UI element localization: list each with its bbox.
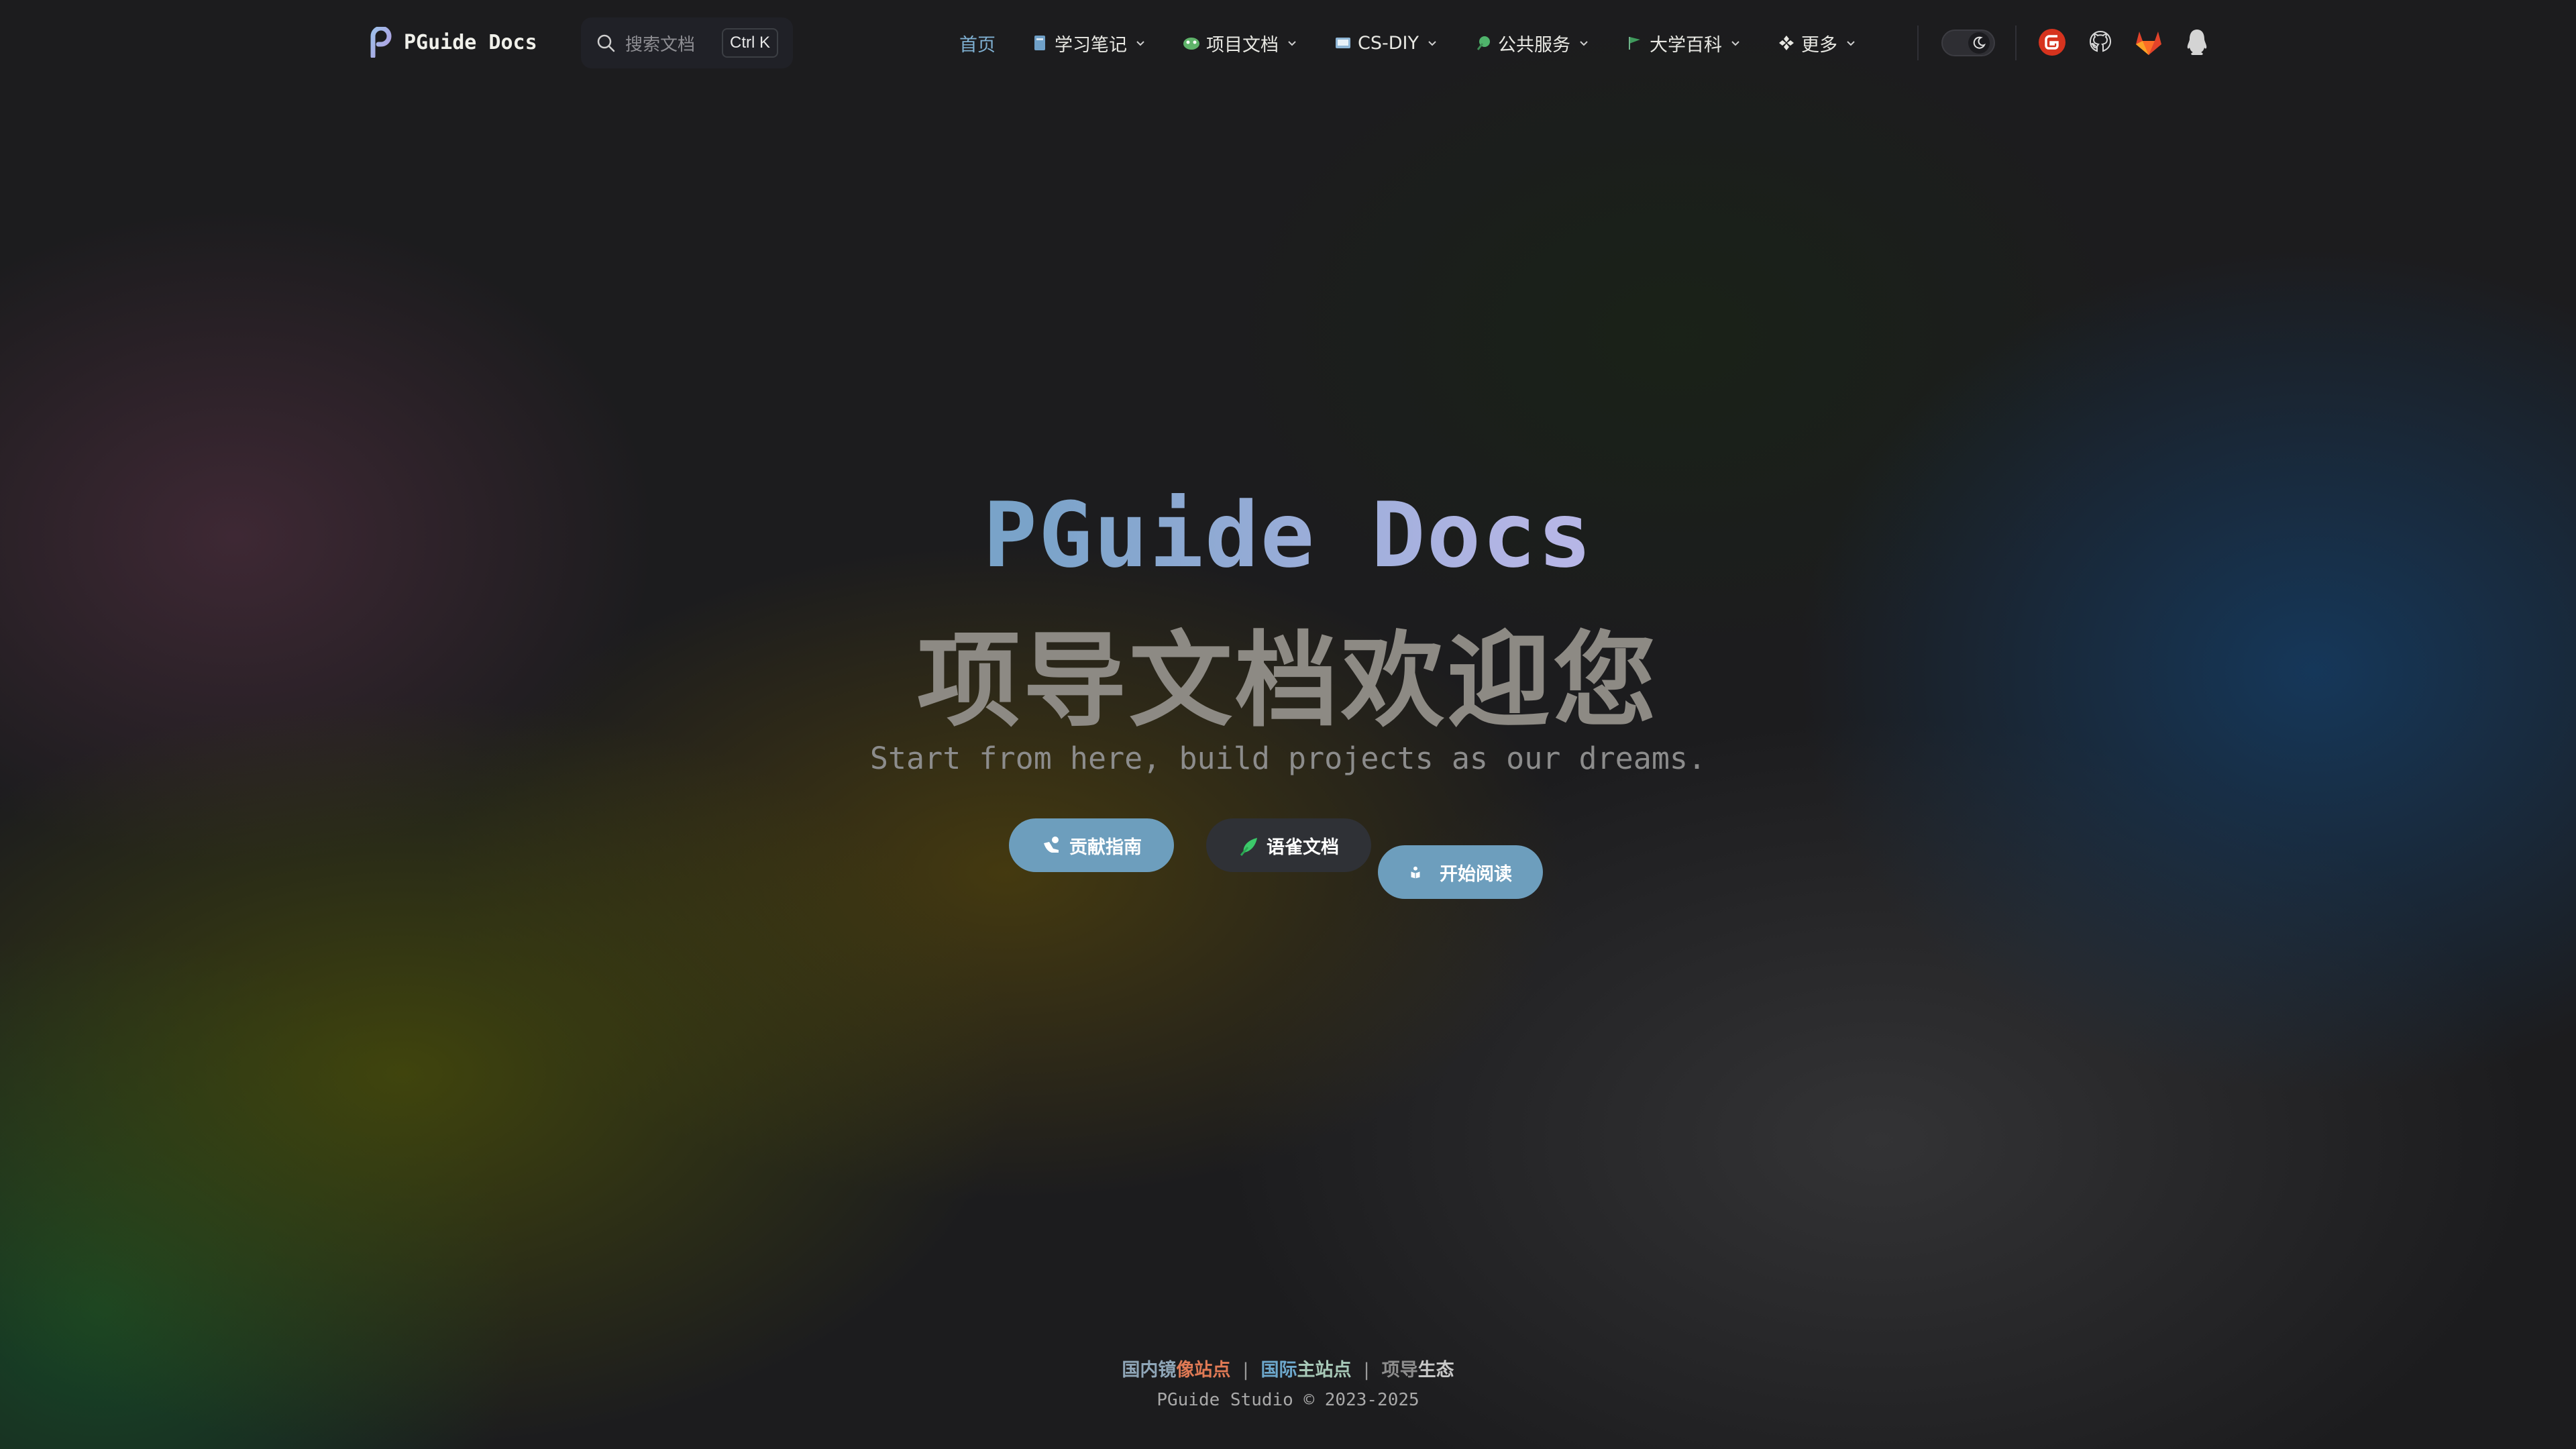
github-icon[interactable] [2085, 27, 2116, 58]
leaf-icon [1477, 36, 1490, 50]
footer-link-ecosystem[interactable]: 项导生态 [1382, 1360, 1454, 1381]
moon-icon [1968, 32, 1990, 54]
chevron-down-icon [1428, 41, 1436, 46]
nav-item-notes[interactable]: 学习笔记 [1030, 30, 1147, 56]
reader-icon [1411, 866, 1420, 879]
pguide-logo-icon [370, 27, 392, 58]
link-part: 生态 [1417, 1360, 1454, 1381]
contribute-icon [1044, 837, 1059, 853]
yuque-docs-button[interactable]: 语雀文档 [1206, 818, 1371, 872]
footer-links: 国内镜像站点 | 国际主站点 | 项导生态 [0, 1355, 2576, 1381]
search-shortcut: Ctrl K [722, 28, 778, 58]
footer-separator: | [1242, 1360, 1249, 1381]
search-button[interactable]: 搜索文档 Ctrl K [581, 17, 793, 68]
button-label: 开始阅读 [1440, 863, 1512, 885]
nav-item-label: 公共服务 [1497, 34, 1570, 56]
yuque-icon [1240, 838, 1257, 856]
chevron-down-icon [1580, 41, 1588, 46]
nav-divider [2015, 25, 2017, 60]
button-label: 贡献指南 [1069, 837, 1142, 858]
brand-link[interactable]: PGuide Docs [369, 27, 537, 58]
nav-menu: 首页 学习笔记 项目文档 CS-DIY 公共服务 大学百科 更多 [959, 27, 1892, 59]
page: PGuide Docs 搜索文档 Ctrl K 首页 学习笔记 项目文档 CS-… [0, 0, 2576, 1449]
brand-title: PGuide Docs [404, 30, 537, 54]
top-nav: PGuide Docs 搜索文档 Ctrl K 首页 学习笔记 项目文档 CS-… [0, 0, 2576, 86]
computer-icon [1336, 38, 1350, 48]
nav-item-public-services[interactable]: 公共服务 [1474, 30, 1591, 56]
nav-divider [1917, 25, 1919, 60]
nav-item-cs-diy[interactable]: CS-DIY [1334, 33, 1439, 54]
hero-tagline: Start from here, build projects as our d… [869, 741, 1707, 776]
button-label: 语雀文档 [1267, 837, 1339, 858]
dino-icon [1183, 38, 1199, 50]
nav-item-home[interactable]: 首页 [959, 30, 996, 56]
nav-item-more[interactable]: 更多 [1777, 30, 1858, 56]
link-part: 国内镜 [1122, 1360, 1177, 1381]
chevron-down-icon [1847, 41, 1855, 46]
nav-item-label: 大学百科 [1649, 34, 1722, 56]
footer-link-cn-mirror[interactable]: 国内镜像站点 [1122, 1360, 1230, 1381]
footer-copyright: PGuide Studio © 2023-2025 [1157, 1390, 1419, 1410]
search-placeholder: 搜索文档 [625, 34, 696, 55]
nav-item-label: CS-DIY [1358, 32, 1419, 54]
nav-item-label: 项目文档 [1206, 34, 1279, 56]
theme-toggle[interactable] [1941, 30, 1995, 56]
gitlab-icon[interactable] [2133, 27, 2164, 58]
qq-icon[interactable] [2182, 27, 2212, 58]
nav-item-label: 学习笔记 [1055, 34, 1127, 56]
chevron-down-icon [1136, 41, 1144, 46]
link-part: 像站点 [1176, 1360, 1231, 1381]
start-reading-button[interactable]: 开始阅读 [1378, 845, 1543, 899]
footer-link-intl-main[interactable]: 国际主站点 [1261, 1360, 1352, 1381]
contribute-guide-button[interactable]: 贡献指南 [1009, 818, 1174, 872]
footer-separator: | [1363, 1360, 1370, 1381]
nav-item-label: 首页 [959, 34, 996, 56]
gitee-icon[interactable] [2037, 27, 2068, 58]
chevron-down-icon [1288, 41, 1296, 46]
nav-item-projects[interactable]: 项目文档 [1182, 30, 1299, 56]
link-part: 国际 [1260, 1360, 1297, 1381]
chevron-down-icon [1731, 41, 1739, 46]
link-part: 项导 [1381, 1360, 1418, 1381]
nav-item-label: 更多 [1801, 34, 1837, 56]
hero-actions: 开始阅读 贡献指南 语雀文档 [1009, 818, 1543, 899]
notebook-icon [1034, 36, 1045, 50]
hero-name: PGuide Docs [983, 483, 1593, 588]
search-icon [597, 34, 615, 52]
nav-item-university[interactable]: 大学百科 [1625, 30, 1742, 56]
grid-icon [1778, 36, 1794, 50]
flag-icon [1628, 37, 1640, 50]
hero-title: PGuide Docs [0, 483, 2576, 588]
link-part: 主站点 [1297, 1360, 1352, 1381]
hero-subtitle: 项导文档欢迎您 [916, 621, 1659, 741]
